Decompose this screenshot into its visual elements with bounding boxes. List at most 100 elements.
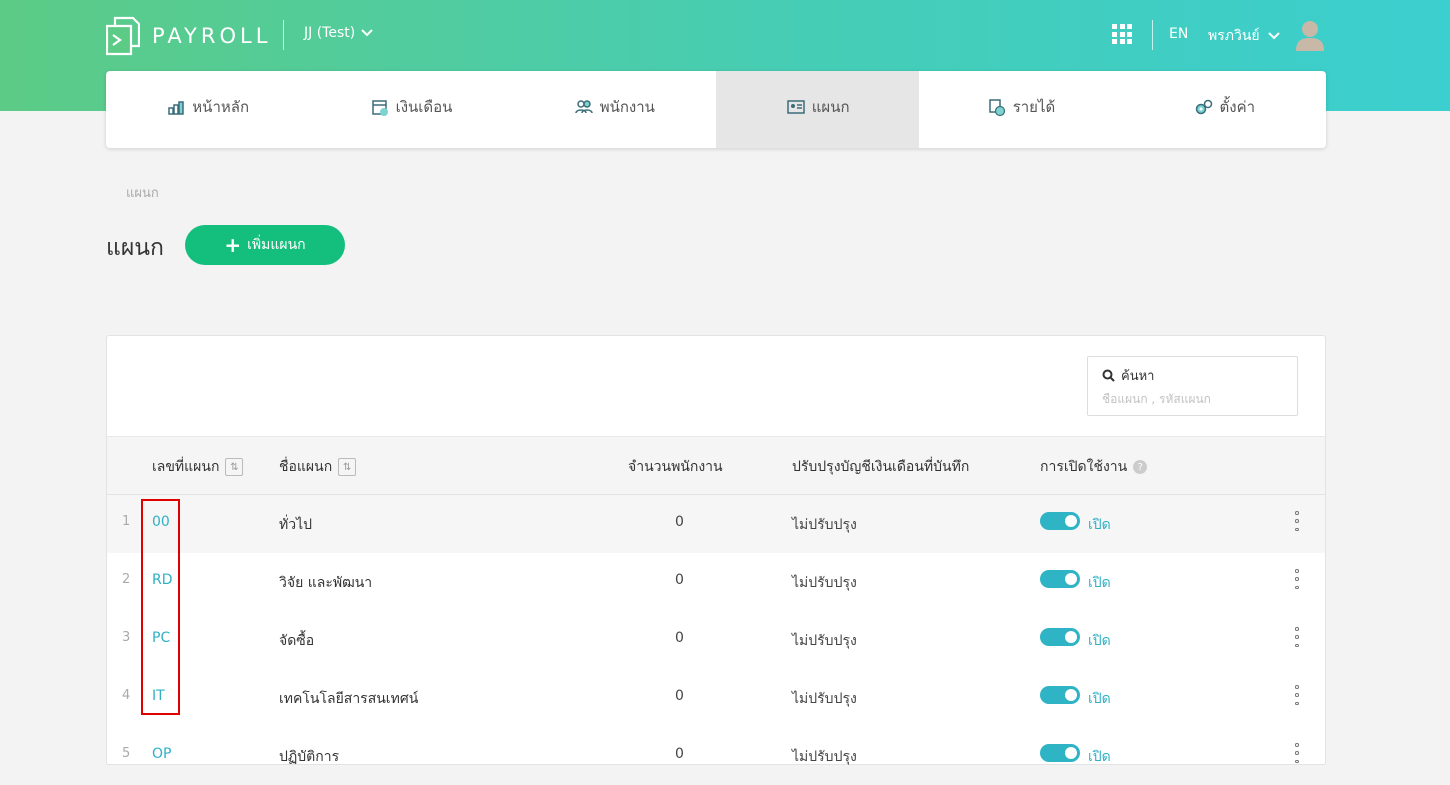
header-divider: [1152, 20, 1153, 50]
enable-status-label: เปิด: [1088, 691, 1111, 707]
department-name: ปฏิบัติการ: [279, 749, 340, 765]
row-index: 5: [122, 746, 131, 761]
annotation-highlight-box: [141, 499, 180, 715]
employee-count: 0: [675, 572, 684, 588]
nav-label: ตั้งค่า: [1219, 97, 1256, 116]
page-title: แผนก: [106, 235, 164, 261]
plus-icon: +: [224, 233, 242, 257]
department-code-link[interactable]: OP: [152, 746, 171, 762]
user-menu[interactable]: พรภวินย์: [1208, 25, 1280, 47]
help-icon[interactable]: ?: [1133, 460, 1148, 474]
nav-item-employees[interactable]: พนักงาน: [513, 71, 716, 148]
table-row[interactable]: 4 IT เทคโนโลยีสารสนเทศน์ 0 ไม่ปรับปรุง เ…: [107, 669, 1325, 727]
more-options-icon[interactable]: [1293, 511, 1301, 531]
row-index: 4: [122, 688, 131, 703]
col-header-name-label: ชื่อแผนก: [279, 459, 333, 475]
search-input[interactable]: [1102, 392, 1283, 406]
income-icon: [988, 98, 1005, 116]
employee-count: 0: [675, 514, 684, 530]
avatar[interactable]: [1294, 18, 1326, 52]
logo[interactable]: PAYROLL: [106, 16, 271, 56]
settings-gears-icon: [1195, 99, 1212, 114]
enable-toggle[interactable]: [1040, 512, 1080, 530]
department-name: จัดซื้อ: [279, 633, 315, 649]
search-icon: [1102, 369, 1115, 382]
main-nav: หน้าหลัก เงินเดือน พนักงาน แผนก รายได้ ต…: [106, 71, 1326, 148]
dashboard-chart-icon: [168, 100, 185, 115]
col-header-name: ชื่อแผนก ⇅: [279, 456, 357, 478]
user-name: พรภวินย์: [1208, 28, 1260, 44]
department-name: วิจัย และพัฒนา: [279, 575, 373, 591]
more-options-icon[interactable]: [1293, 743, 1301, 763]
payroll-logo-icon: [106, 16, 140, 56]
col-header-count: จำนวนพนักงาน: [628, 456, 723, 478]
header-divider: [283, 20, 284, 50]
nav-label: หน้าหลัก: [192, 97, 250, 116]
employee-count: 0: [675, 688, 684, 704]
enable-toggle[interactable]: [1040, 744, 1080, 762]
col-header-enabled: การเปิดใช้งาน ?: [1040, 456, 1148, 478]
search-label: ค้นหา: [1102, 365, 1283, 386]
department-table-panel: ค้นหา เลขที่แผนก ⇅ ชื่อแผนก ⇅ จำนวนพนักง…: [106, 335, 1326, 765]
table-header: เลขที่แผนก ⇅ ชื่อแผนก ⇅ จำนวนพนักงาน ปรั…: [107, 436, 1325, 495]
nav-item-department[interactable]: แผนก: [715, 71, 920, 148]
enable-toggle[interactable]: [1040, 570, 1080, 588]
row-index: 1: [122, 514, 131, 529]
search-label-text: ค้นหา: [1121, 369, 1155, 384]
apps-grid-icon[interactable]: [1112, 24, 1132, 44]
breadcrumb[interactable]: แผนก: [126, 182, 159, 203]
col-header-code-label: เลขที่แผนก: [152, 459, 220, 475]
salary-calendar-icon: [371, 99, 388, 116]
employee-count: 0: [675, 630, 684, 646]
department-name: เทคโนโลยีสารสนเทศน์: [279, 691, 419, 707]
add-department-button[interactable]: + เพิ่มแผนก: [185, 225, 345, 265]
more-options-icon[interactable]: [1293, 685, 1301, 705]
row-index: 2: [122, 572, 131, 587]
more-options-icon[interactable]: [1293, 627, 1301, 647]
nav-label: เงินเดือน: [395, 97, 453, 116]
sort-icon[interactable]: ⇅: [338, 458, 357, 476]
payroll-update-status: ไม่ปรับปรุง: [792, 517, 857, 533]
more-options-icon[interactable]: [1293, 569, 1301, 589]
table-row[interactable]: 2 RD วิจัย และพัฒนา 0 ไม่ปรับปรุง เปิด: [107, 553, 1325, 611]
enable-status-label: เปิด: [1088, 575, 1111, 591]
enable-status-label: เปิด: [1088, 749, 1111, 765]
nav-label: รายได้: [1012, 97, 1056, 116]
payroll-update-status: ไม่ปรับปรุง: [792, 691, 857, 707]
search-box[interactable]: ค้นหา: [1087, 356, 1298, 416]
language-switch[interactable]: EN: [1169, 26, 1188, 42]
company-selector[interactable]: JJ (Test): [304, 25, 373, 41]
payroll-update-status: ไม่ปรับปรุง: [792, 575, 857, 591]
sort-icon[interactable]: ⇅: [225, 458, 244, 476]
chevron-down-icon: [361, 29, 373, 37]
enable-toggle[interactable]: [1040, 628, 1080, 646]
nav-label: แผนก: [811, 97, 850, 116]
table-row[interactable]: 1 00 ทั่วไป 0 ไม่ปรับปรุง เปิด: [107, 495, 1325, 553]
nav-item-income[interactable]: รายได้: [919, 71, 1122, 148]
table-row[interactable]: 5 OP ปฏิบัติการ 0 ไม่ปรับปรุง เปิด: [107, 727, 1325, 785]
nav-item-dashboard[interactable]: หน้าหลัก: [106, 71, 309, 148]
enable-status-label: เปิด: [1088, 633, 1111, 649]
department-name: ทั่วไป: [279, 517, 313, 533]
nav-item-salary[interactable]: เงินเดือน: [309, 71, 512, 148]
col-header-enabled-label: การเปิดใช้งาน: [1040, 459, 1128, 475]
col-header-count-label: จำนวนพนักงาน: [628, 459, 723, 475]
col-header-code: เลขที่แผนก ⇅: [152, 456, 244, 478]
payroll-update-status: ไม่ปรับปรุง: [792, 633, 857, 649]
table-row[interactable]: 3 PC จัดซื้อ 0 ไม่ปรับปรุง เปิด: [107, 611, 1325, 669]
employees-icon: [574, 99, 593, 113]
department-card-icon: [787, 99, 805, 114]
logo-text: PAYROLL: [152, 24, 272, 48]
chevron-down-icon: [1267, 32, 1280, 40]
company-name: JJ (Test): [304, 25, 356, 41]
payroll-update-status: ไม่ปรับปรุง: [792, 749, 857, 765]
enable-status-label: เปิด: [1088, 517, 1111, 533]
nav-item-settings[interactable]: ตั้งค่า: [1123, 71, 1326, 148]
employee-count: 0: [675, 746, 684, 762]
add-button-label: เพิ่มแผนก: [247, 237, 306, 253]
col-header-update: ปรับปรุงบัญชีเงินเดือนที่บันทึก: [792, 456, 969, 478]
col-header-update-label: ปรับปรุงบัญชีเงินเดือนที่บันทึก: [792, 459, 970, 475]
nav-label: พนักงาน: [599, 97, 655, 116]
enable-toggle[interactable]: [1040, 686, 1080, 704]
row-index: 3: [122, 630, 131, 645]
